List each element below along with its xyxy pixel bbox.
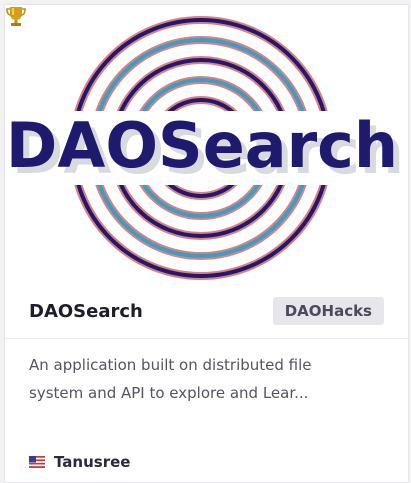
project-description: An application built on distributed file… — [29, 356, 312, 402]
us-flag-icon — [29, 456, 45, 468]
trophy-icon — [6, 7, 26, 26]
project-cover-image[interactable]: DAOSearch DAOSearch — [5, 5, 408, 283]
card-divider — [5, 338, 408, 339]
project-card[interactable]: DAOSearch DAOSearch DAOSearch DAOHacks A… — [4, 4, 409, 483]
author-name[interactable]: Tanusree — [54, 453, 130, 471]
hackathon-badge[interactable]: DAOHacks — [272, 297, 384, 325]
project-title[interactable]: DAOSearch — [29, 301, 143, 322]
author[interactable]: Tanusree — [29, 451, 130, 473]
daosearch-logo: DAOSearch DAOSearch — [6, 16, 404, 280]
logo-text: DAOSearch — [6, 109, 398, 182]
